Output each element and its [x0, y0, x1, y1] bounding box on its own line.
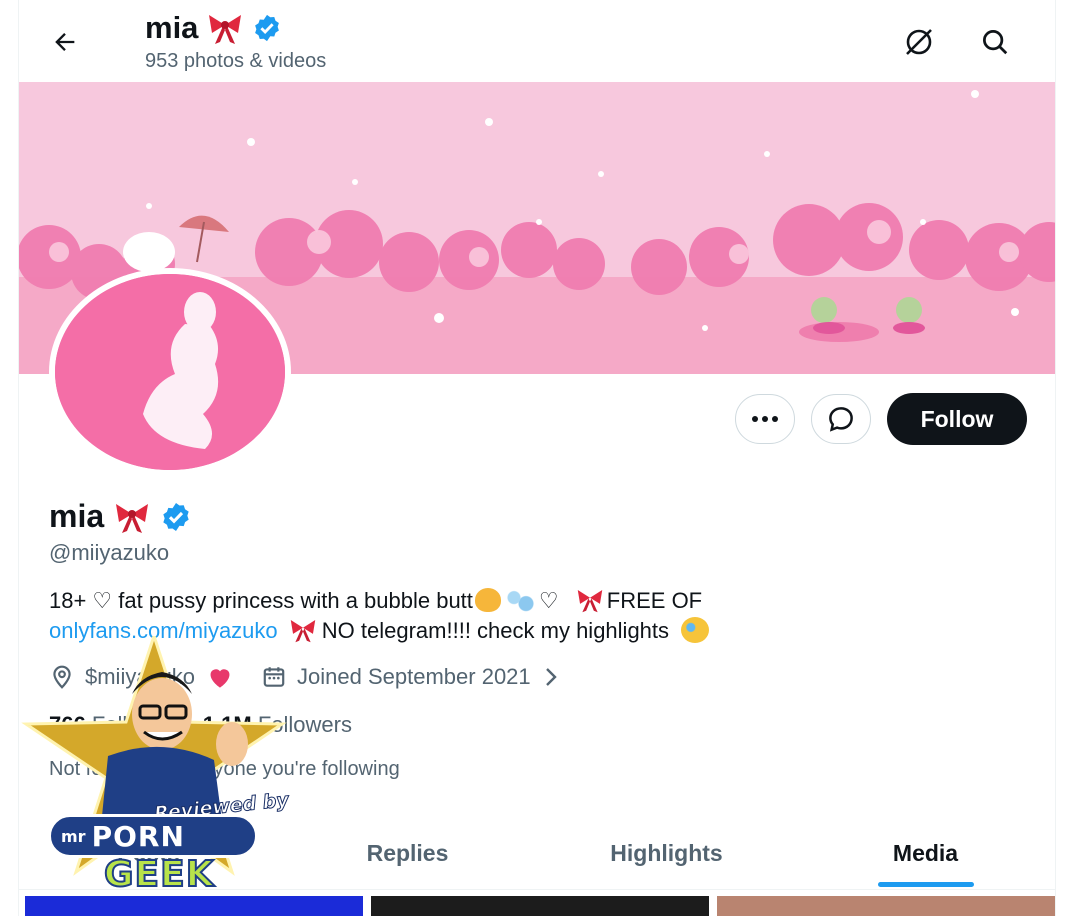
media-thumbnail[interactable] [25, 896, 363, 916]
grok-button[interactable] [899, 22, 939, 62]
follow-button[interactable]: Follow [887, 393, 1027, 445]
badge-geek: GEEK [103, 853, 215, 896]
ribbon-bow-icon [577, 590, 603, 613]
tab-media[interactable]: Media [796, 818, 1055, 889]
badge-mr: mr [61, 826, 86, 846]
ribbon-bow-icon [209, 15, 242, 44]
bio-text-rest: NO telegram!!!! check my highlights [321, 618, 670, 643]
verified-badge-icon[interactable] [160, 501, 192, 533]
chevron-right-icon[interactable] [541, 665, 561, 689]
top-bar: mia 953 photos & videos [19, 0, 1055, 82]
media-thumbnail[interactable] [371, 896, 709, 916]
more-icon [752, 416, 778, 422]
arrow-left-icon [55, 33, 75, 51]
profile-name: mia [49, 498, 192, 535]
ribbon-bow-icon [116, 503, 149, 533]
search-icon [983, 30, 1008, 55]
verified-badge-icon [255, 14, 280, 42]
message-icon [829, 407, 853, 432]
badge-porn: PORN [91, 819, 185, 853]
joined-text: Joined September 2021 [297, 664, 531, 689]
bubbles-emoji-icon [504, 588, 535, 612]
profile-handle: @miiyazuko [49, 540, 170, 565]
reviewed-by-badge: Reviewed by mr PORN GEEK [14, 631, 294, 898]
message-button[interactable] [811, 394, 871, 444]
badge-brand-pill: mr PORN [48, 814, 258, 858]
header-display-name: mia [145, 10, 199, 45]
media-grid [25, 896, 1055, 916]
grok-icon [906, 29, 932, 55]
bio-text-free: FREE OF [606, 588, 703, 613]
bio-text-heart: ♡ [538, 588, 559, 613]
search-button[interactable] [975, 22, 1015, 62]
bio-text: 18+ ♡ fat pussy princess with a bubble b… [49, 588, 473, 613]
back-button[interactable] [45, 22, 85, 62]
crying-face-emoji-icon [681, 617, 710, 643]
tab-replies[interactable]: Replies [278, 818, 537, 889]
header-title: mia [145, 10, 282, 46]
tab-highlights[interactable]: Highlights [537, 818, 796, 889]
display-name: mia [49, 498, 105, 534]
more-button[interactable] [735, 394, 795, 444]
joined-date: Joined September 2021 [261, 664, 561, 690]
media-thumbnail[interactable] [717, 896, 1055, 916]
cat-emoji-icon [474, 588, 501, 612]
avatar-image [55, 274, 285, 470]
profile-avatar[interactable] [49, 268, 291, 476]
media-count: 953 photos & videos [145, 50, 327, 72]
